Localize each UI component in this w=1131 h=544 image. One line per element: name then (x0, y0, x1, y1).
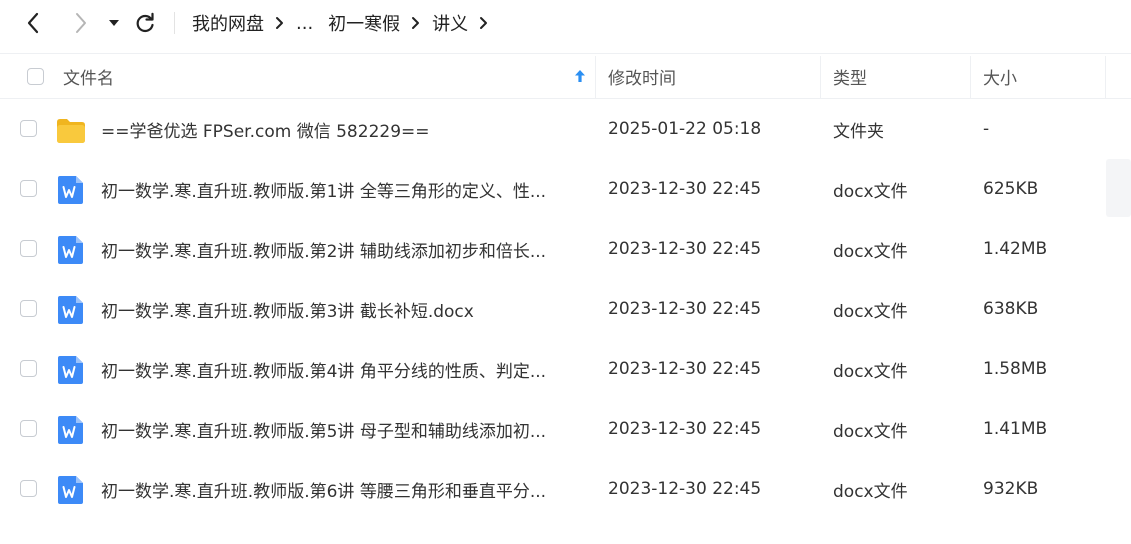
history-dropdown-button[interactable] (106, 8, 122, 38)
file-type: docx文件 (833, 361, 908, 382)
row-checkbox[interactable] (20, 120, 37, 137)
word-doc-icon (58, 476, 83, 504)
select-all-checkbox[interactable] (27, 68, 44, 85)
row-checkbox[interactable] (20, 420, 37, 437)
file-name[interactable]: ==学爸优选 FPSer.com 微信 582229== (101, 99, 581, 159)
chevron-right-icon (275, 16, 284, 30)
word-doc-icon (58, 296, 83, 324)
column-divider (595, 56, 596, 98)
row-checkbox[interactable] (20, 480, 37, 497)
chevron-left-icon (27, 12, 39, 34)
folder-icon (57, 119, 85, 143)
nav-divider (174, 12, 175, 34)
file-name[interactable]: 初一数学.寒.直升班.教师版.第5讲 母子型和辅助线添加初... (101, 399, 581, 459)
sort-ascending-icon[interactable] (574, 54, 586, 98)
breadcrumb-item-root[interactable]: 我的网盘 (192, 10, 264, 36)
column-divider (970, 56, 971, 98)
file-size: 932KB (983, 479, 1039, 499)
word-doc-icon (58, 176, 83, 204)
column-header-type-label: 类型 (833, 68, 867, 89)
column-header-modified[interactable]: 修改时间 (608, 54, 676, 98)
file-type: docx文件 (833, 301, 908, 322)
file-modified: 2023-12-30 22:45 (608, 239, 762, 259)
file-type: docx文件 (833, 181, 908, 202)
column-header-size-label: 大小 (983, 68, 1017, 89)
column-header-name-label: 文件名 (63, 68, 114, 89)
chevron-right-icon (411, 16, 420, 30)
word-doc-icon (58, 356, 83, 384)
file-modified: 2023-12-30 22:45 (608, 419, 762, 439)
file-type: docx文件 (833, 481, 908, 502)
file-size: 1.58MB (983, 359, 1048, 379)
file-row[interactable]: 初一数学.寒.直升班.教师版.第1讲 全等三角形的定义、性... 2023-12… (0, 159, 1131, 219)
column-header-name[interactable]: 文件名 (63, 54, 114, 98)
file-size: 1.41MB (983, 419, 1048, 439)
file-type: docx文件 (833, 421, 908, 442)
file-modified: 2023-12-30 22:45 (608, 299, 762, 319)
refresh-button[interactable] (132, 8, 158, 38)
file-type: docx文件 (833, 241, 908, 262)
row-checkbox[interactable] (20, 360, 37, 377)
column-header-modified-label: 修改时间 (608, 68, 676, 89)
file-modified: 2023-12-30 22:45 (608, 359, 762, 379)
caret-down-icon (109, 20, 119, 26)
file-list-header: 文件名 修改时间 类型 大小 (0, 53, 1131, 99)
file-name[interactable]: 初一数学.寒.直升班.教师版.第6讲 等腰三角形和垂直平分... (101, 459, 581, 519)
column-divider (820, 56, 821, 98)
column-header-type[interactable]: 类型 (833, 54, 867, 98)
column-divider (1105, 56, 1106, 98)
refresh-icon (136, 12, 154, 33)
word-doc-icon (58, 416, 83, 444)
breadcrumb-item-parent[interactable]: 初一寒假 (328, 10, 400, 36)
file-row[interactable]: 初一数学.寒.直升班.教师版.第6讲 等腰三角形和垂直平分... 2023-12… (0, 459, 1131, 519)
file-size: 625KB (983, 179, 1039, 199)
row-checkbox[interactable] (20, 300, 37, 317)
row-checkbox[interactable] (20, 240, 37, 257)
column-header-size[interactable]: 大小 (983, 54, 1017, 98)
file-name[interactable]: 初一数学.寒.直升班.教师版.第2讲 辅助线添加初步和倍长... (101, 219, 581, 279)
file-row[interactable]: 初一数学.寒.直升班.教师版.第2讲 辅助线添加初步和倍长... 2023-12… (0, 219, 1131, 279)
navigation-bar: 我的网盘 ... 初一寒假 讲义 (0, 0, 1131, 46)
chevron-right-icon (479, 16, 488, 30)
file-modified: 2023-12-30 22:45 (608, 179, 762, 199)
file-modified: 2023-12-30 22:45 (608, 479, 762, 499)
word-doc-icon (58, 236, 83, 264)
breadcrumb: 我的网盘 ... 初一寒假 讲义 (192, 0, 500, 46)
breadcrumb-item-ellipsis[interactable]: ... (296, 13, 313, 34)
file-modified: 2025-01-22 05:18 (608, 119, 762, 139)
row-checkbox[interactable] (20, 180, 37, 197)
file-row[interactable]: 初一数学.寒.直升班.教师版.第5讲 母子型和辅助线添加初... 2023-12… (0, 399, 1131, 459)
file-name[interactable]: 初一数学.寒.直升班.教师版.第1讲 全等三角形的定义、性... (101, 159, 581, 219)
file-name[interactable]: 初一数学.寒.直升班.教师版.第3讲 截长补短.docx (101, 279, 581, 339)
file-name[interactable]: 初一数学.寒.直升班.教师版.第4讲 角平分线的性质、判定... (101, 339, 581, 399)
file-row[interactable]: 初一数学.寒.直升班.教师版.第3讲 截长补短.docx 2023-12-30 … (0, 279, 1131, 339)
chevron-right-icon (76, 13, 86, 33)
back-button[interactable] (20, 8, 46, 38)
file-size: 638KB (983, 299, 1039, 319)
file-row[interactable]: ==学爸优选 FPSer.com 微信 582229== 2025-01-22 … (0, 99, 1131, 159)
scrollbar-thumb[interactable] (1106, 159, 1131, 217)
file-row[interactable]: 初一数学.寒.直升班.教师版.第4讲 角平分线的性质、判定... 2023-12… (0, 339, 1131, 399)
file-size: 1.42MB (983, 239, 1048, 259)
file-type: 文件夹 (833, 121, 884, 142)
forward-button[interactable] (68, 8, 94, 38)
breadcrumb-item-current[interactable]: 讲义 (432, 10, 468, 36)
file-size: - (983, 119, 990, 139)
